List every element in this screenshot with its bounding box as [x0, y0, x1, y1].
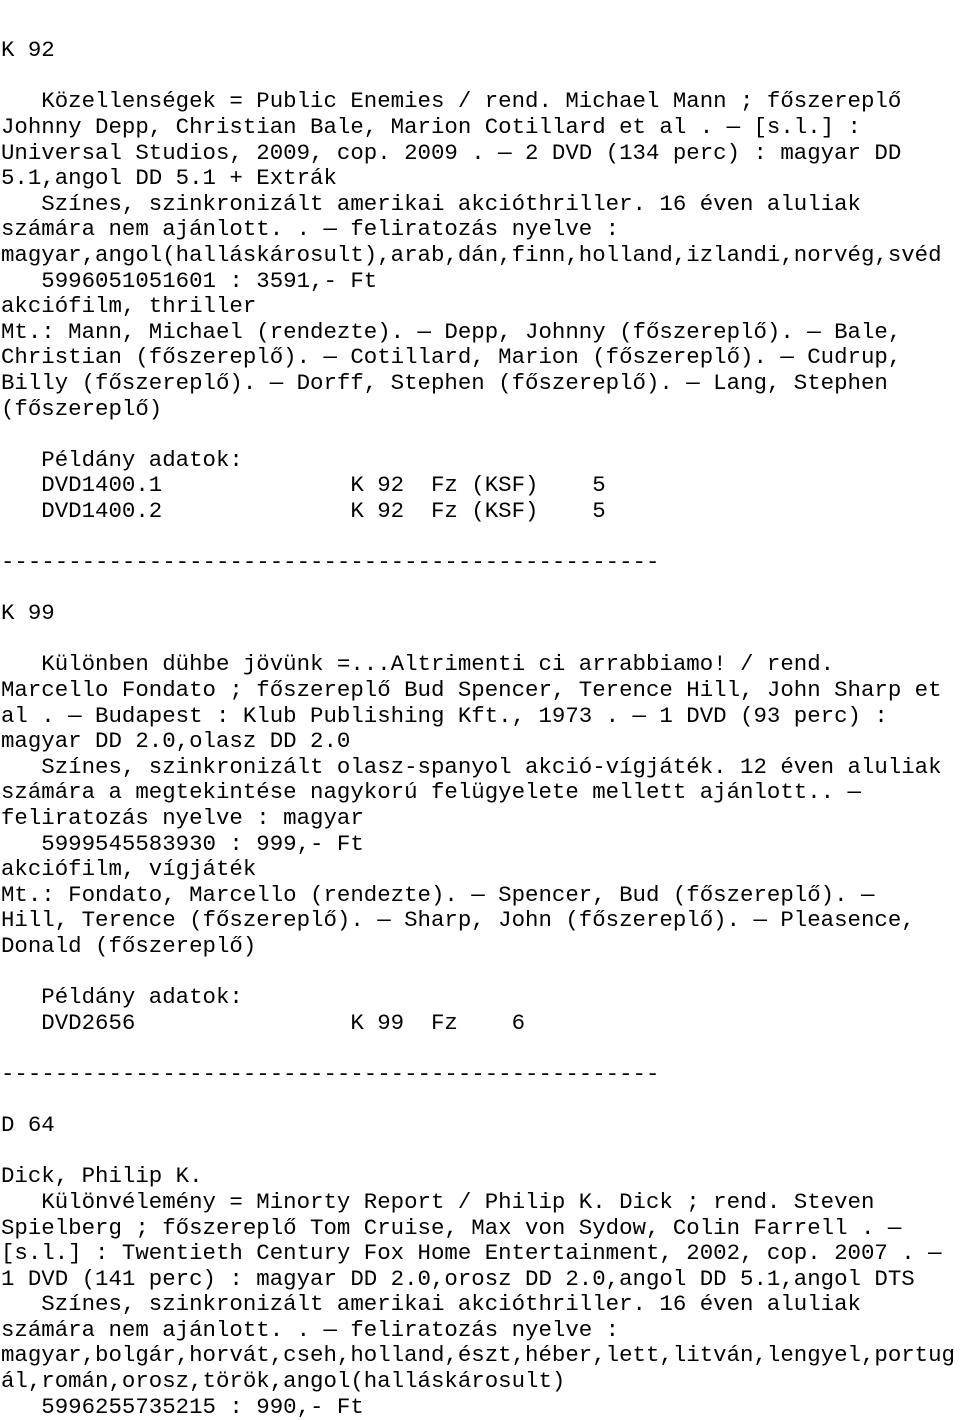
text-line: számára nem ajánlott. . — feliratozás ny… [1, 216, 620, 243]
text-line: 5.1,angol DD 5.1 + Extrák [1, 165, 337, 192]
record-separator: ----------------------------------------… [1, 549, 660, 576]
text-line: Christian (főszereplő). — Cotillard, Mar… [1, 344, 902, 371]
text-line: Billy (főszereplő). — Dorff, Stephen (fő… [1, 369, 888, 396]
text-line: Példány adatok: [1, 446, 243, 473]
text-line: számára nem ajánlott. . — feliratozás ny… [1, 1316, 620, 1343]
text-line: (főszereplő) [1, 395, 163, 422]
text-line [1, 13, 955, 39]
text-line: 5996255735215 : 990,- Ft [1, 1393, 364, 1420]
text-line: magyar,angol(halláskárosult),arab,dán,fi… [1, 241, 942, 268]
text-line: K 92 [1, 37, 55, 64]
text-line [1, 1139, 955, 1165]
text-line: Közellenségek = Public Enemies / rend. M… [1, 88, 902, 115]
text-line: al . — Budapest : Klub Publishing Kft., … [1, 702, 888, 729]
text-line: feliratozás nyelve : magyar [1, 805, 364, 831]
text-line: 1 DVD (141 perc) : magyar DD 2.0,orosz D… [1, 1265, 915, 1292]
text-line: 5999545583930 : 999,- Ft [1, 830, 364, 857]
text-line: ál,román,orosz,török,angol(halláskárosul… [1, 1368, 566, 1395]
text-line [1, 576, 955, 602]
text-line: D 64 [1, 1112, 55, 1139]
text-line: Dick, Philip K. [1, 1163, 203, 1190]
text-line: Különben dühbe jövünk =...Altrimenti ci … [1, 651, 835, 678]
text-line: Színes, szinkronizált amerikai akcióthri… [1, 1291, 861, 1318]
text-line: Színes, szinkronizált amerikai akcióthri… [1, 190, 861, 217]
catalog-document: ----------------------------------------… [1, 0, 955, 1420]
text-line [1, 1036, 955, 1062]
text-line: számára a megtekintése nagykorú felügyel… [1, 779, 861, 806]
text-line [1, 960, 955, 986]
record-separator: ----------------------------------------… [1, 1060, 660, 1087]
text-line: Universal Studios, 2009, cop. 2009 . — 2… [1, 139, 902, 166]
text-line: Mt.: Mann, Michael (rendezte). — Depp, J… [1, 318, 902, 345]
text-line: akciófilm, vígjáték [1, 856, 257, 883]
text-line: DVD1400.1 K 92 Fz (KSF) 5 [1, 472, 606, 499]
text-line: DVD2656 K 99 Fz 6 [1, 1009, 526, 1036]
text-line: Színes, szinkronizált olasz-spanyol akci… [1, 753, 942, 780]
text-line: Mt.: Fondato, Marcello (rendezte). — Spe… [1, 881, 875, 908]
text-line [1, 64, 955, 90]
text-line: Spielberg ; főszereplő Tom Cruise, Max v… [1, 1214, 902, 1241]
text-line [1, 627, 955, 653]
text-line [1, 422, 955, 448]
text-line: K 99 [1, 600, 55, 627]
text-line: akciófilm, thriller [1, 293, 257, 320]
text-line [1, 1088, 955, 1114]
text-line [1, 524, 955, 550]
text-line: magyar DD 2.0,olasz DD 2.0 [1, 728, 351, 755]
text-line: Donald (főszereplő) [1, 932, 257, 959]
text-line: Példány adatok: [1, 984, 243, 1011]
record-separator: ----------------------------------------… [1, 0, 955, 13]
text-line: [s.l.] : Twentieth Century Fox Home Ente… [1, 1240, 942, 1267]
text-line: Hill, Terence (főszereplő). — Sharp, Joh… [1, 907, 915, 934]
text-line: Marcello Fondato ; főszereplő Bud Spence… [1, 677, 942, 704]
text-line: Johnny Depp, Christian Bale, Marion Coti… [1, 113, 861, 140]
text-line: Különvélemény = Minorty Report / Philip … [1, 1188, 875, 1215]
text-line: magyar,bolgár,horvát,cseh,holland,észt,h… [1, 1342, 955, 1369]
text-line: DVD1400.2 K 92 Fz (KSF) 5 [1, 497, 606, 524]
text-line: 5996051051601 : 3591,- Ft [1, 267, 378, 294]
